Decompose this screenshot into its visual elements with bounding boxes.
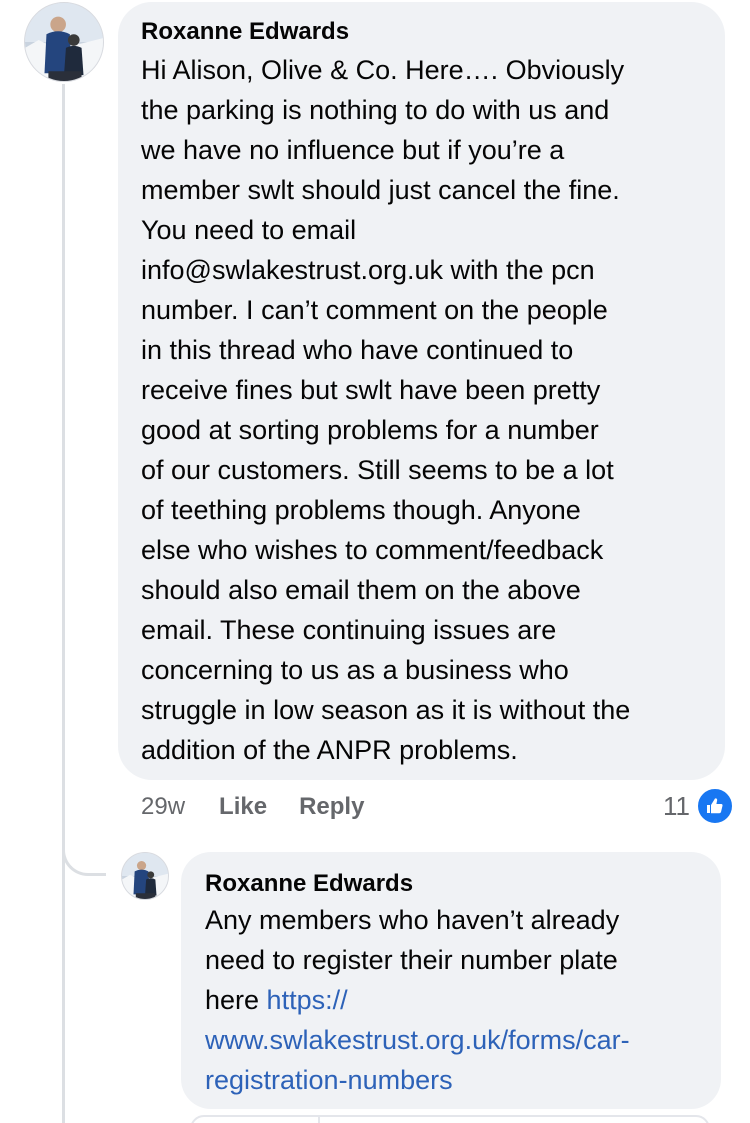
next-comment-edge xyxy=(190,1115,710,1123)
reaction-count: 11 xyxy=(663,791,690,821)
comment-actions: 29w Like Reply xyxy=(141,790,364,824)
thread-line xyxy=(62,84,65,1123)
profile-photo xyxy=(25,3,103,81)
reply-bubble: Roxanne Edwards Any members who haven’t … xyxy=(181,852,721,1109)
comment-timestamp[interactable]: 29w xyxy=(141,790,185,824)
thread-connector xyxy=(62,820,106,876)
comment-thread: Roxanne Edwards Hi Alison, Olive & Co. H… xyxy=(0,0,750,1123)
like-button[interactable]: Like xyxy=(219,790,267,824)
reply-avatar[interactable] xyxy=(121,852,169,900)
reply-button[interactable]: Reply xyxy=(299,790,364,824)
reply-text: Any members who haven’t already need to … xyxy=(205,900,701,1100)
comment-author[interactable]: Roxanne Edwards xyxy=(141,16,703,48)
thumbs-up-icon xyxy=(696,787,734,825)
divider xyxy=(318,1117,320,1123)
registration-link[interactable]: https:// www.swlakestrust.org.uk/forms/c… xyxy=(205,985,630,1095)
reply-author[interactable]: Roxanne Edwards xyxy=(205,868,701,900)
comment-text: Hi Alison, Olive & Co. Here…. Obviously … xyxy=(141,55,631,765)
profile-photo xyxy=(122,853,168,899)
avatar[interactable] xyxy=(24,2,104,82)
comment-bubble: Roxanne Edwards Hi Alison, Olive & Co. H… xyxy=(118,2,725,780)
reactions-summary[interactable]: 11 xyxy=(663,787,734,825)
